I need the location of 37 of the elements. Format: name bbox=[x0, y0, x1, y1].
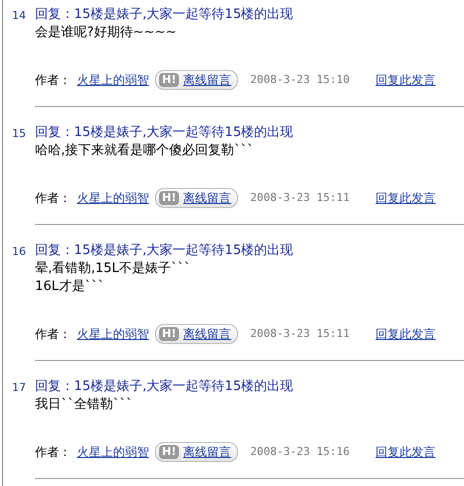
offline-message-button[interactable]: H! 离线留言 bbox=[155, 442, 238, 462]
offline-message-button[interactable]: H! 离线留言 bbox=[155, 70, 238, 90]
post-number: 16 bbox=[11, 244, 27, 260]
post-number: 17 bbox=[11, 380, 27, 396]
post-title: 回复：15楼是婊子,大家一起等待15楼的出现 bbox=[35, 242, 294, 260]
hi-icon: H! bbox=[159, 191, 180, 205]
post-text: 16L才是``` bbox=[35, 278, 106, 296]
post-title: 回复：15楼是婊子,大家一起等待15楼的出现 bbox=[35, 124, 294, 142]
post-date: 2008-3-23 15:16 bbox=[250, 444, 350, 460]
post-title: 回复：15楼是婊子,大家一起等待15楼的出现 bbox=[35, 6, 294, 24]
post-text: 哈哈,接下来就看是哪个傻必回复勒``` bbox=[35, 142, 255, 160]
author-label: 作者： bbox=[35, 444, 71, 461]
hi-icon: H! bbox=[159, 327, 180, 341]
post-text: 会是谁呢?好期待~~~~ bbox=[35, 24, 178, 42]
author-link[interactable]: 火星上的弱智 bbox=[77, 189, 149, 207]
post-date: 2008-3-23 15:11 bbox=[250, 326, 350, 342]
reply-link[interactable]: 回复此发言 bbox=[376, 71, 436, 89]
author-link[interactable]: 火星上的弱智 bbox=[77, 71, 149, 89]
post-text: 晕,看错勒,15L不是婊子``` bbox=[35, 260, 192, 278]
author-label: 作者： bbox=[35, 190, 71, 207]
reply-link[interactable]: 回复此发言 bbox=[376, 325, 436, 343]
author-link[interactable]: 火星上的弱智 bbox=[77, 325, 149, 343]
post-date: 2008-3-23 15:10 bbox=[250, 72, 350, 88]
post-date: 2008-3-23 15:11 bbox=[250, 190, 350, 206]
author-label: 作者： bbox=[35, 72, 71, 89]
hi-icon: H! bbox=[159, 73, 180, 87]
hi-icon: H! bbox=[159, 445, 180, 459]
reply-link[interactable]: 回复此发言 bbox=[376, 443, 436, 461]
post-title: 回复：15楼是婊子,大家一起等待15楼的出现 bbox=[35, 378, 294, 396]
offline-message-button[interactable]: H! 离线留言 bbox=[155, 324, 238, 344]
author-link[interactable]: 火星上的弱智 bbox=[77, 443, 149, 461]
reply-link[interactable]: 回复此发言 bbox=[376, 189, 436, 207]
author-label: 作者： bbox=[35, 326, 71, 343]
post-number: 14 bbox=[11, 8, 27, 24]
offline-message-button[interactable]: H! 离线留言 bbox=[155, 188, 238, 208]
post-number: 15 bbox=[11, 126, 27, 142]
post-text: 我日``全错勒``` bbox=[35, 396, 134, 414]
